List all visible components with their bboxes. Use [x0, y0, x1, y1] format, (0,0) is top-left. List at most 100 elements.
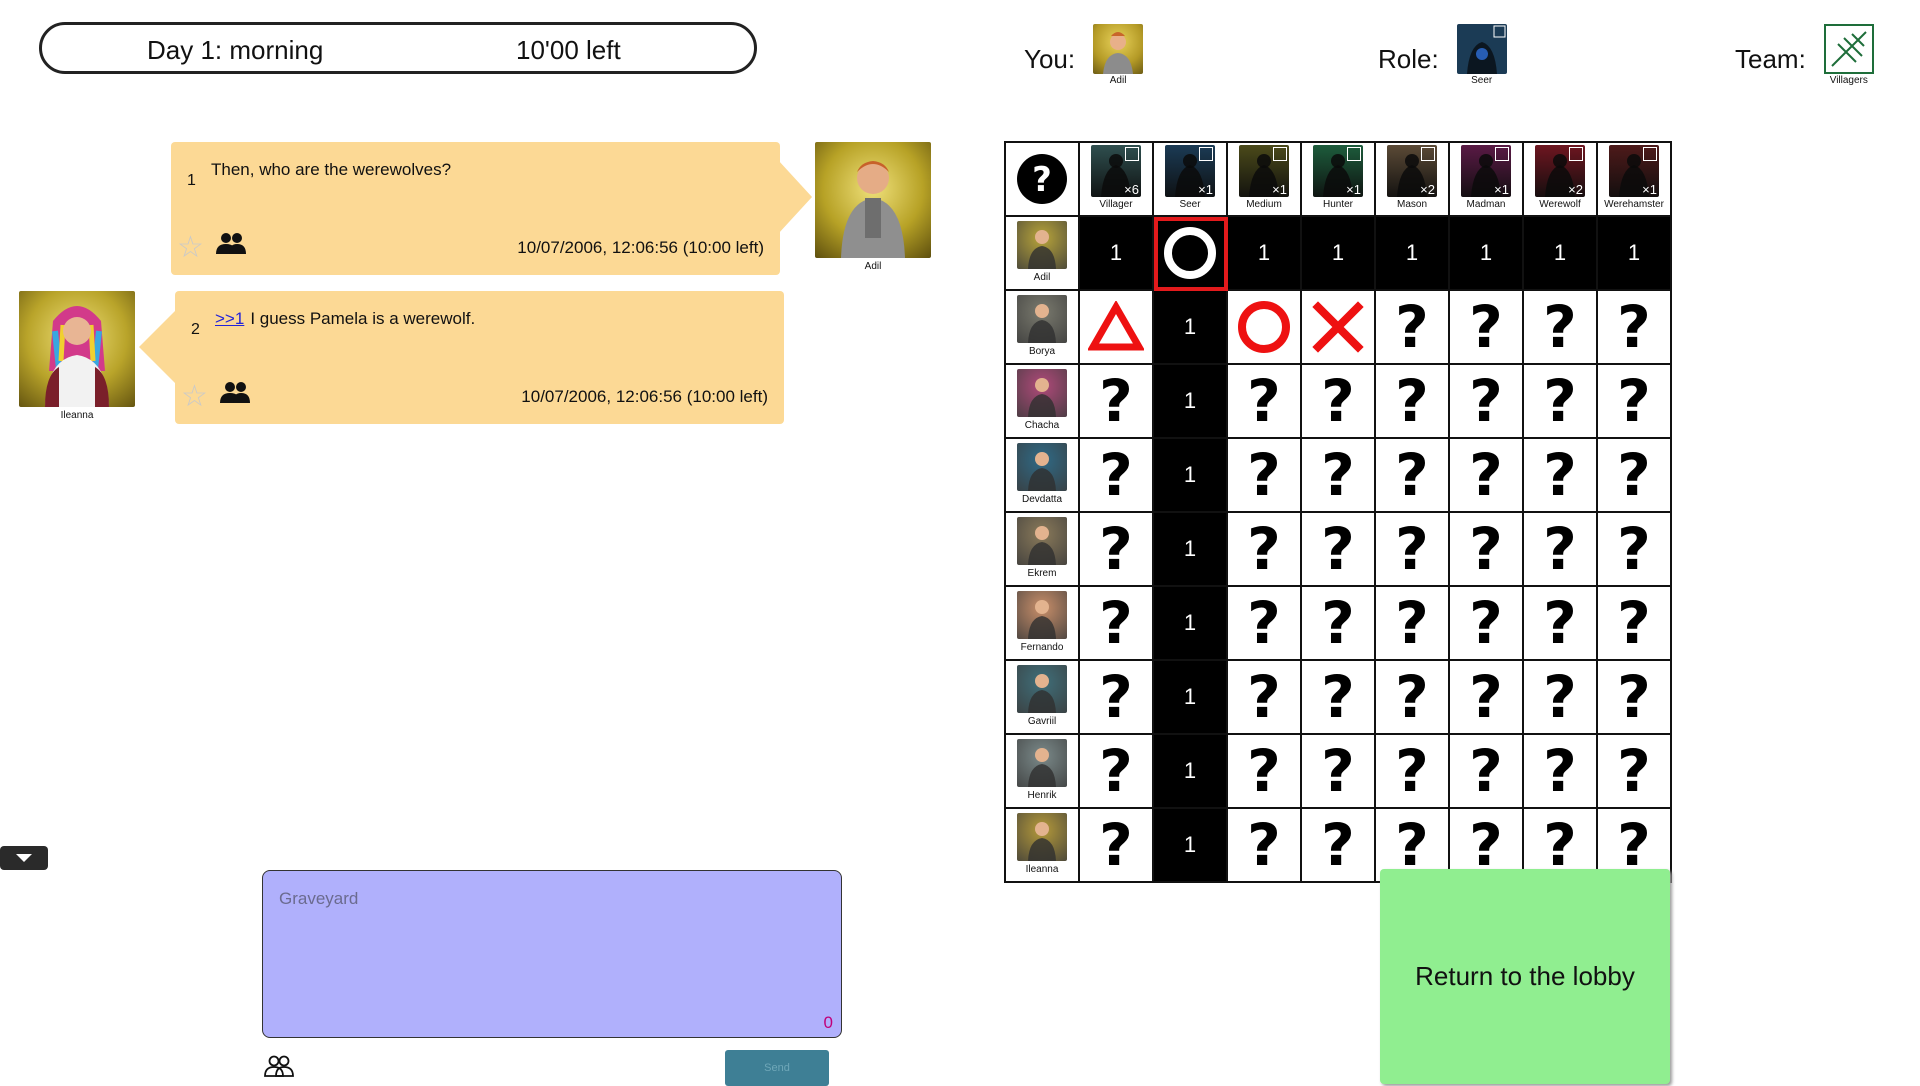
cell-unknown[interactable]: ?	[1080, 439, 1154, 513]
player-fernando[interactable]: Fernando	[1006, 587, 1080, 661]
channel-people-icon[interactable]	[264, 1055, 294, 1082]
player-henrik[interactable]: Henrik	[1006, 735, 1080, 809]
cell-unknown[interactable]: ?	[1376, 735, 1450, 809]
cell-count[interactable]: 1	[1450, 217, 1524, 291]
cell-confirmed-circle[interactable]	[1154, 217, 1228, 291]
cell-unknown[interactable]: ?	[1450, 439, 1524, 513]
cell-count[interactable]: 1	[1524, 217, 1598, 291]
cell-count[interactable]: 1	[1154, 291, 1228, 365]
author-avatar-adil[interactable]: Adil	[815, 142, 931, 272]
cell-unknown[interactable]: ?	[1080, 587, 1154, 661]
role-column-hunter[interactable]: ×1 Hunter	[1302, 143, 1376, 217]
role-column-werewolf[interactable]: ×2 Werewolf	[1524, 143, 1598, 217]
cell-unknown[interactable]: ?	[1302, 365, 1376, 439]
cell-count[interactable]: 1	[1228, 217, 1302, 291]
cell-count[interactable]: 1	[1154, 809, 1228, 883]
cell-unknown[interactable]: ?	[1524, 661, 1598, 735]
cell-unknown[interactable]: ?	[1302, 439, 1376, 513]
cell-unknown[interactable]: ?	[1228, 513, 1302, 587]
cell-count[interactable]: 1	[1598, 217, 1672, 291]
people-icon[interactable]	[219, 381, 251, 408]
cell-unknown[interactable]: ?	[1080, 513, 1154, 587]
cell-count[interactable]: 1	[1376, 217, 1450, 291]
author-avatar-ileanna[interactable]: Ileanna	[19, 291, 135, 421]
send-button[interactable]: Send	[725, 1050, 829, 1086]
cell-unknown[interactable]: ?	[1080, 809, 1154, 883]
star-icon[interactable]: ☆	[177, 233, 204, 263]
cell-unknown[interactable]: ?	[1598, 365, 1672, 439]
player-ileanna[interactable]: Ileanna	[1006, 809, 1080, 883]
cell-unknown[interactable]: ?	[1228, 365, 1302, 439]
cell-unknown[interactable]: ?	[1598, 661, 1672, 735]
cell-unknown[interactable]: ?	[1450, 661, 1524, 735]
cell-unknown[interactable]: ?	[1376, 291, 1450, 365]
player-devdatta[interactable]: Devdatta	[1006, 439, 1080, 513]
cell-count[interactable]: 1	[1154, 513, 1228, 587]
chat-message-1[interactable]: 1 Then, who are the werewolves? ☆ 10/07/…	[171, 142, 780, 275]
return-to-lobby-button[interactable]: Return to the lobby	[1380, 869, 1670, 1084]
cell-unknown[interactable]: ?	[1302, 735, 1376, 809]
cell-unknown[interactable]: ?	[1080, 735, 1154, 809]
cell-triangle[interactable]	[1080, 291, 1154, 365]
cell-count[interactable]: 1	[1154, 587, 1228, 661]
role-column-madman[interactable]: ×1 Madman	[1450, 143, 1524, 217]
cell-unknown[interactable]: ?	[1524, 735, 1598, 809]
cell-unknown[interactable]: ?	[1302, 513, 1376, 587]
cell-unknown[interactable]: ?	[1450, 587, 1524, 661]
chat-message-2[interactable]: 2 >>1 I guess Pamela is a werewolf. ☆ 10/…	[175, 291, 784, 424]
cell-count[interactable]: 1	[1080, 217, 1154, 291]
cell-unknown[interactable]: ?	[1376, 587, 1450, 661]
cell-unknown[interactable]: ?	[1302, 809, 1376, 883]
player-borya[interactable]: Borya	[1006, 291, 1080, 365]
cell-unknown[interactable]: ?	[1524, 513, 1598, 587]
cell-unknown[interactable]: ?	[1598, 587, 1672, 661]
cell-unknown[interactable]: ?	[1228, 439, 1302, 513]
cell-count[interactable]: 1	[1154, 735, 1228, 809]
cell-count[interactable]: 1	[1302, 217, 1376, 291]
cell-count[interactable]: 1	[1154, 439, 1228, 513]
cell-unknown[interactable]: ?	[1080, 365, 1154, 439]
message-input[interactable]: Graveyard 0	[262, 870, 842, 1038]
role-card[interactable]: Seer	[1456, 24, 1507, 86]
cell-unknown[interactable]: ?	[1080, 661, 1154, 735]
player-adil[interactable]: Adil	[1006, 217, 1080, 291]
cell-unknown[interactable]: ?	[1598, 291, 1672, 365]
cell-unknown[interactable]: ?	[1524, 291, 1598, 365]
cell-unknown[interactable]: ?	[1524, 365, 1598, 439]
star-icon[interactable]: ☆	[181, 382, 208, 412]
cell-unknown[interactable]: ?	[1376, 365, 1450, 439]
question-circle-icon[interactable]: ?	[1006, 143, 1080, 217]
role-column-medium[interactable]: ×1 Medium	[1228, 143, 1302, 217]
reply-link[interactable]: >>1	[215, 309, 244, 328]
cell-unknown[interactable]: ?	[1598, 735, 1672, 809]
role-column-villager[interactable]: ×6 Villager	[1080, 143, 1154, 217]
cell-unknown[interactable]: ?	[1228, 809, 1302, 883]
cell-unknown[interactable]: ?	[1524, 587, 1598, 661]
role-column-werehamster[interactable]: ×1 Werehamster	[1598, 143, 1672, 217]
cell-unknown[interactable]: ?	[1228, 661, 1302, 735]
cell-count[interactable]: 1	[1154, 661, 1228, 735]
cell-circle[interactable]	[1228, 291, 1302, 365]
cell-unknown[interactable]: ?	[1450, 291, 1524, 365]
role-column-seer[interactable]: ×1 Seer	[1154, 143, 1228, 217]
cell-unknown[interactable]: ?	[1376, 513, 1450, 587]
cell-unknown[interactable]: ?	[1228, 587, 1302, 661]
player-chacha[interactable]: Chacha	[1006, 365, 1080, 439]
cell-unknown[interactable]: ?	[1524, 439, 1598, 513]
cell-unknown[interactable]: ?	[1450, 735, 1524, 809]
cell-unknown[interactable]: ?	[1376, 439, 1450, 513]
you-card[interactable]: Adil	[1093, 24, 1144, 86]
cell-unknown[interactable]: ?	[1228, 735, 1302, 809]
cell-unknown[interactable]: ?	[1450, 365, 1524, 439]
cell-unknown[interactable]: ?	[1302, 661, 1376, 735]
cell-unknown[interactable]: ?	[1598, 439, 1672, 513]
role-column-mason[interactable]: ×2 Mason	[1376, 143, 1450, 217]
cell-unknown[interactable]: ?	[1598, 513, 1672, 587]
people-icon[interactable]	[215, 232, 247, 259]
cell-unknown[interactable]: ?	[1376, 661, 1450, 735]
cell-unknown[interactable]: ?	[1450, 513, 1524, 587]
player-ekrem[interactable]: Ekrem	[1006, 513, 1080, 587]
cell-count[interactable]: 1	[1154, 365, 1228, 439]
team-card[interactable]: Villagers	[1823, 24, 1874, 86]
cell-unknown[interactable]: ?	[1302, 587, 1376, 661]
